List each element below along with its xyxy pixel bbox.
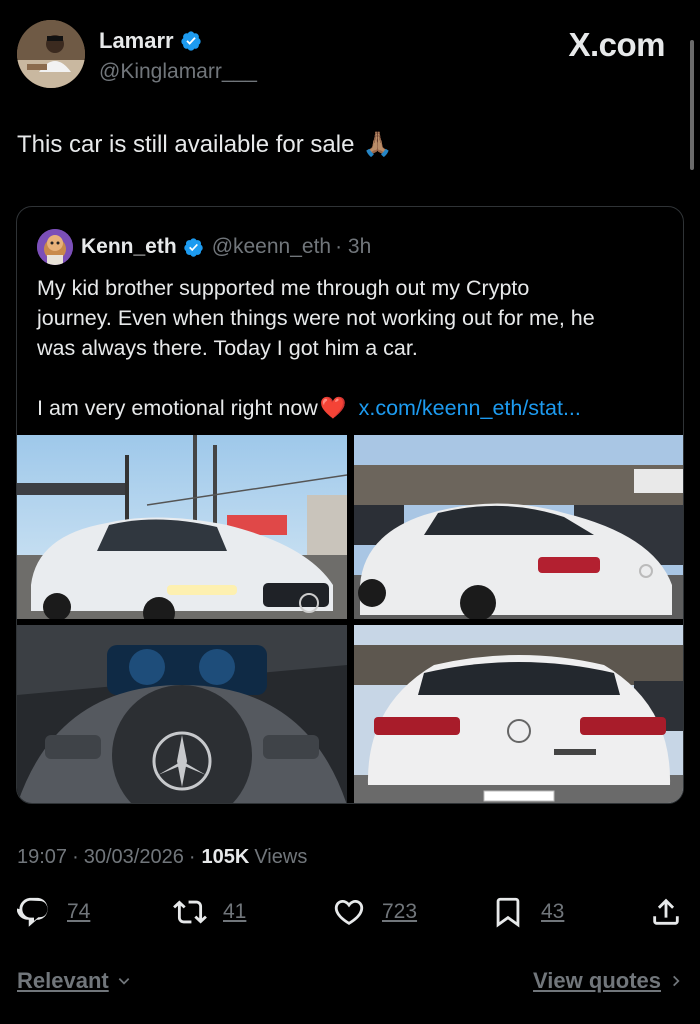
- verified-badge-icon: [183, 237, 203, 257]
- author-avatar[interactable]: [17, 20, 85, 88]
- post-header: Lamarr @Kinglamarr___ X.com: [17, 20, 683, 92]
- heart-icon: [334, 899, 364, 925]
- quoted-line: journey. Even when things were not worki…: [37, 306, 595, 330]
- sort-label: Relevant: [17, 968, 109, 993]
- car-front-photo[interactable]: [17, 435, 347, 619]
- post-text: This car is still available for sale 🙏🏽: [17, 130, 392, 159]
- repost-button[interactable]: 41: [173, 895, 246, 929]
- author-handle[interactable]: @Kinglamarr___: [99, 60, 257, 84]
- bookmark-count[interactable]: 43: [541, 900, 564, 924]
- share-icon: [653, 898, 679, 925]
- view-quotes-label: View quotes: [533, 968, 661, 993]
- repost-count[interactable]: 41: [223, 900, 246, 924]
- bookmark-button[interactable]: 43: [491, 895, 564, 929]
- post-date[interactable]: 30/03/2026: [84, 846, 184, 869]
- verified-badge-icon: [180, 31, 201, 51]
- car-rear-side-photo[interactable]: [354, 435, 683, 619]
- like-count[interactable]: 723: [382, 900, 417, 924]
- quoted-post-text: My kid brother supported me through out …: [37, 273, 667, 423]
- reply-button[interactable]: 74: [17, 895, 90, 929]
- action-bar: 74 41 723 43: [17, 895, 683, 935]
- views-label: Views: [254, 846, 308, 868]
- quoted-post[interactable]: Kenn_eth @keenn_eth · 3h My kid brother …: [16, 206, 684, 804]
- post-text-content: This car is still available for sale: [17, 130, 355, 158]
- quoted-link[interactable]: x.com/keenn_eth/stat...: [359, 396, 581, 420]
- author-name[interactable]: Lamarr: [99, 28, 174, 54]
- photo-grid: [17, 435, 683, 803]
- chevron-down-icon: [118, 978, 130, 985]
- like-button[interactable]: 723: [332, 895, 417, 929]
- view-quotes-link[interactable]: View quotes: [533, 968, 683, 994]
- quoted-last-text: I am very emotional right now: [37, 396, 318, 420]
- car-interior-photo[interactable]: [17, 625, 347, 803]
- quoted-author-name[interactable]: Kenn_eth: [81, 235, 177, 259]
- replies-footer: Relevant View quotes: [17, 968, 683, 1002]
- reply-icon: [17, 897, 48, 927]
- quoted-author-handle[interactable]: @keenn_eth: [212, 235, 331, 259]
- chevron-right-icon: [673, 975, 680, 987]
- scrollbar[interactable]: [690, 40, 694, 170]
- car-rear-photo[interactable]: [354, 625, 683, 803]
- post-time[interactable]: 19:07: [17, 846, 67, 869]
- quoted-line: My kid brother supported me through out …: [37, 276, 530, 300]
- sort-dropdown[interactable]: Relevant: [17, 968, 131, 994]
- praying-hands-emoji: 🙏🏽: [362, 131, 393, 158]
- repost-icon: [173, 900, 207, 924]
- share-button[interactable]: [649, 895, 683, 934]
- quoted-author-avatar[interactable]: [37, 229, 73, 265]
- quoted-last-line: I am very emotional right now❤️ x.com/kee…: [37, 393, 667, 423]
- post-meta: 19:07 · 30/03/2026 · 105K Views: [17, 846, 308, 869]
- bookmark-icon: [496, 897, 520, 928]
- quoted-post-time[interactable]: · 3h: [335, 235, 371, 259]
- heart-emoji: ❤️: [319, 396, 347, 420]
- brand-logo: X.com: [568, 26, 665, 63]
- reply-count[interactable]: 74: [67, 900, 90, 924]
- quoted-line: was always there. Today I got him a car.: [37, 336, 418, 360]
- views-count: 105K: [201, 846, 250, 868]
